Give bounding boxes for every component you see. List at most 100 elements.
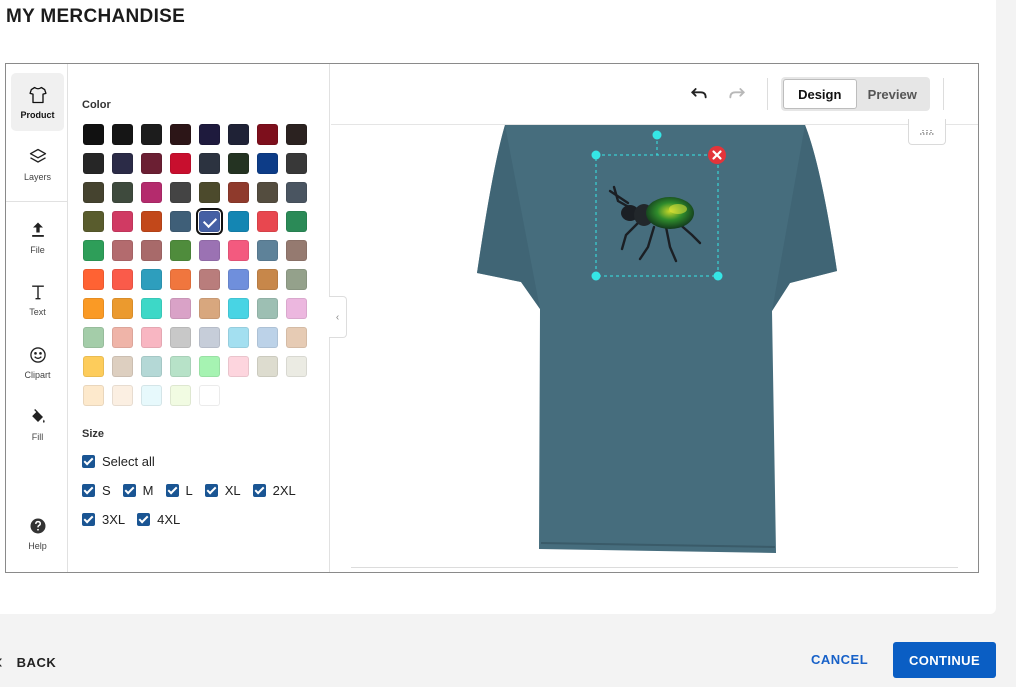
color-swatch[interactable] (170, 124, 191, 145)
color-swatch[interactable] (170, 182, 191, 203)
tool-fill[interactable]: Fill (11, 395, 64, 453)
color-swatch[interactable] (257, 356, 278, 377)
design-mode-button[interactable]: Design (783, 79, 857, 109)
preview-mode-button[interactable]: Preview (857, 79, 929, 109)
size-checkbox-s[interactable]: S (82, 483, 111, 498)
color-swatch[interactable] (199, 356, 220, 377)
color-swatch[interactable] (112, 182, 133, 203)
collapse-panel-button[interactable]: ‹ (329, 296, 347, 338)
size-checkbox-m[interactable]: M (122, 483, 154, 498)
size-checkbox-2xl[interactable]: 2XL (252, 483, 296, 498)
color-swatch[interactable] (170, 240, 191, 261)
color-swatch[interactable] (141, 182, 162, 203)
size-checkbox-l[interactable]: L (165, 483, 193, 498)
color-swatch[interactable] (286, 153, 307, 174)
color-swatch[interactable] (83, 124, 104, 145)
product-canvas[interactable] (351, 125, 958, 569)
color-swatch[interactable] (170, 211, 191, 232)
color-swatch[interactable] (141, 269, 162, 290)
color-swatch[interactable] (228, 124, 249, 145)
tool-clipart[interactable]: Clipart (11, 333, 64, 391)
color-swatch[interactable] (83, 327, 104, 348)
size-checkbox-4xl[interactable]: 4XL (137, 512, 180, 527)
color-swatch[interactable] (228, 153, 249, 174)
color-swatch[interactable] (286, 327, 307, 348)
color-swatch[interactable] (83, 298, 104, 319)
color-swatch[interactable] (83, 385, 104, 406)
color-swatch[interactable] (83, 269, 104, 290)
tool-text[interactable]: Text (11, 270, 64, 328)
color-swatch[interactable] (83, 153, 104, 174)
color-swatch[interactable] (170, 327, 191, 348)
color-swatch[interactable] (141, 153, 162, 174)
size-checkbox-xl[interactable]: XL (204, 483, 241, 498)
color-swatch[interactable] (112, 356, 133, 377)
color-swatch[interactable] (228, 240, 249, 261)
color-swatch[interactable] (83, 240, 104, 261)
color-swatch[interactable] (83, 182, 104, 203)
redo-button[interactable] (727, 84, 747, 109)
color-swatch[interactable] (199, 124, 220, 145)
color-swatch[interactable] (83, 356, 104, 377)
color-swatch[interactable] (228, 327, 249, 348)
color-swatch[interactable] (286, 240, 307, 261)
color-swatch[interactable] (228, 182, 249, 203)
color-swatch[interactable] (141, 327, 162, 348)
tool-product[interactable]: Product (11, 73, 64, 131)
color-swatch[interactable] (170, 298, 191, 319)
select-all-checkbox[interactable]: Select all (82, 454, 155, 469)
color-swatch[interactable] (141, 124, 162, 145)
color-swatch[interactable] (286, 124, 307, 145)
color-swatch[interactable] (112, 124, 133, 145)
color-swatch[interactable] (257, 211, 278, 232)
color-swatch[interactable] (257, 298, 278, 319)
color-swatch[interactable] (286, 182, 307, 203)
back-button[interactable]: ‹ BACK (0, 651, 56, 674)
color-swatch[interactable] (199, 240, 220, 261)
color-swatch[interactable] (199, 385, 220, 406)
color-swatch[interactable] (257, 269, 278, 290)
color-swatch[interactable] (170, 153, 191, 174)
color-swatch[interactable] (141, 385, 162, 406)
color-swatch[interactable] (170, 356, 191, 377)
size-checkbox-3xl[interactable]: 3XL (82, 512, 125, 527)
tool-file[interactable]: File (11, 208, 64, 266)
color-swatch[interactable] (141, 356, 162, 377)
color-swatch[interactable] (228, 211, 249, 232)
color-swatch[interactable] (196, 208, 223, 235)
color-swatch[interactable] (286, 298, 307, 319)
continue-button[interactable]: CONTINUE (893, 642, 996, 678)
color-swatch[interactable] (286, 356, 307, 377)
color-swatch[interactable] (141, 240, 162, 261)
color-swatch[interactable] (112, 385, 133, 406)
color-swatch[interactable] (286, 269, 307, 290)
color-swatch[interactable] (257, 124, 278, 145)
color-swatch[interactable] (170, 385, 191, 406)
color-swatch[interactable] (112, 240, 133, 261)
color-swatch[interactable] (199, 327, 220, 348)
color-swatch[interactable] (257, 182, 278, 203)
tool-help[interactable]: Help (11, 504, 64, 562)
color-swatch[interactable] (199, 269, 220, 290)
undo-button[interactable] (689, 84, 709, 109)
grid-toggle-button[interactable] (908, 119, 946, 145)
color-swatch[interactable] (257, 240, 278, 261)
color-swatch[interactable] (112, 327, 133, 348)
color-swatch[interactable] (170, 269, 191, 290)
color-swatch[interactable] (257, 327, 278, 348)
color-swatch[interactable] (112, 298, 133, 319)
color-swatch[interactable] (228, 298, 249, 319)
color-swatch[interactable] (112, 211, 133, 232)
cancel-button[interactable]: CANCEL (811, 652, 868, 667)
color-swatch[interactable] (199, 298, 220, 319)
color-swatch[interactable] (286, 211, 307, 232)
color-swatch[interactable] (228, 269, 249, 290)
color-swatch[interactable] (141, 298, 162, 319)
color-swatch[interactable] (112, 269, 133, 290)
color-swatch[interactable] (83, 211, 104, 232)
color-swatch[interactable] (257, 153, 278, 174)
color-swatch[interactable] (112, 153, 133, 174)
tool-layers[interactable]: Layers (11, 135, 64, 193)
color-swatch[interactable] (199, 182, 220, 203)
color-swatch[interactable] (228, 356, 249, 377)
